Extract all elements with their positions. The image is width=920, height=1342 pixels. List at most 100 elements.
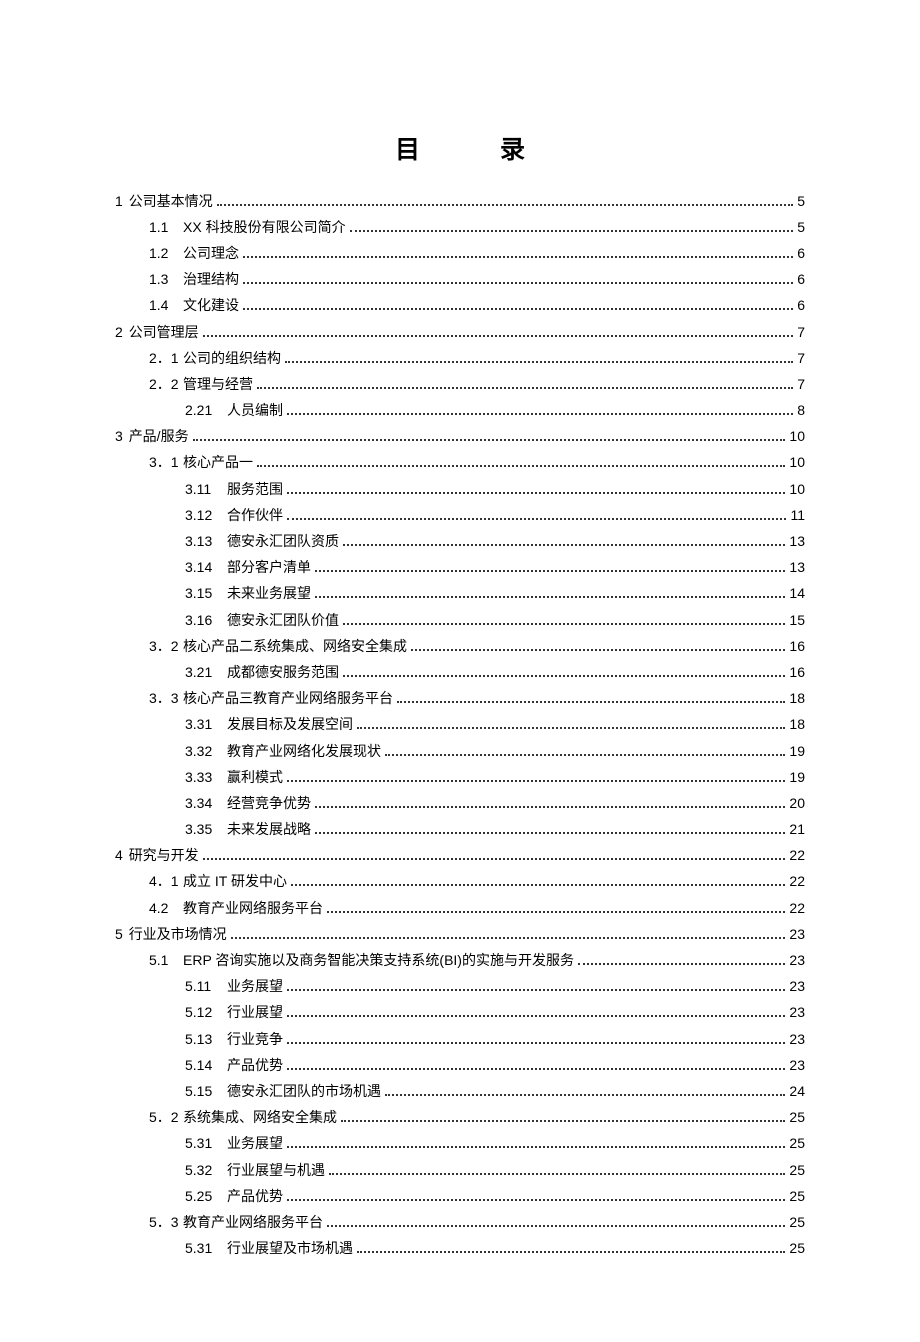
toc-entry-page: 20 — [789, 796, 805, 810]
toc-leader-dots — [243, 282, 793, 284]
toc-entry-text: 研究与开发 — [129, 847, 199, 863]
toc-leader-dots — [315, 832, 785, 834]
toc-entry-page: 15 — [789, 613, 805, 627]
toc-entry-page: 23 — [789, 1005, 805, 1019]
toc-leader-dots — [217, 204, 794, 206]
toc-entry-number: 3 — [115, 428, 127, 444]
toc-entry-page: 24 — [789, 1084, 805, 1098]
toc-entry-page: 21 — [789, 822, 805, 836]
toc-leader-dots — [385, 1094, 785, 1096]
toc-leader-dots — [243, 256, 793, 258]
toc-entry-number: 2．1 — [149, 351, 181, 365]
toc-entry-text: 发展目标及发展空间 — [227, 716, 353, 732]
toc-entry-label: 3．2核心产品二系统集成、网络安全集成 — [149, 639, 407, 653]
toc-entry-label: 3.15未来业务展望 — [185, 586, 311, 600]
toc-entry-text: 治理结构 — [183, 271, 239, 287]
toc-entry-number: 3.14 — [185, 560, 225, 574]
toc-leader-dots — [285, 361, 793, 363]
toc-entry-label: 5.15德安永汇团队的市场机遇 — [185, 1084, 381, 1098]
toc-entry-number: 3.13 — [185, 534, 225, 548]
toc-entry-number: 2 — [115, 324, 127, 340]
toc-entry: 5.11业务展望23 — [115, 974, 805, 1000]
toc-entry-number: 5.14 — [185, 1058, 225, 1072]
toc-entry: 3.34经营竞争优势20 — [115, 790, 805, 816]
toc-entry-number: 3.35 — [185, 822, 225, 836]
toc-entry-page: 18 — [789, 691, 805, 705]
toc-entry-page: 11 — [790, 508, 805, 522]
toc-entry-number: 2.21 — [185, 403, 225, 417]
toc-entry: 4.2教育产业网络服务平台 22 — [115, 895, 805, 921]
toc-entry-page: 23 — [789, 979, 805, 993]
toc-entry-page: 25 — [789, 1189, 805, 1203]
toc-entry-page: 19 — [789, 770, 805, 784]
toc-entry-page: 16 — [789, 639, 805, 653]
toc-body: 1 公司基本情况51.1XX 科技股份有限公司简介51.2公司理念61.3治理结… — [115, 188, 805, 1262]
toc-entry-text: 系统集成、网络安全集成 — [183, 1109, 337, 1125]
toc-entry-text: 管理与经营 — [183, 376, 253, 392]
toc-leader-dots — [257, 465, 785, 467]
toc-leader-dots — [315, 596, 785, 598]
toc-entry: 3.32教育产业网络化发展现状19 — [115, 738, 805, 764]
toc-entry-text: ERP 咨询实施以及商务智能决策支持系统(BI)的实施与开发服务 — [183, 952, 574, 968]
toc-entry-label: 3.16德安永汇团队价值 — [185, 613, 339, 627]
toc-leader-dots — [315, 570, 785, 572]
toc-entry-page: 23 — [789, 1058, 805, 1072]
toc-entry-text: 教育产业网络化发展现状 — [227, 743, 381, 759]
toc-entry-number: 5.11 — [185, 979, 225, 993]
toc-entry-text: 核心产品三教育产业网络服务平台 — [183, 690, 393, 706]
toc-entry-number: 4.2 — [149, 901, 181, 915]
toc-entry-text: 德安永汇团队价值 — [227, 612, 339, 628]
toc-entry-number: 4．1 — [149, 874, 181, 888]
toc-entry-label: 4.2教育产业网络服务平台 — [149, 901, 323, 915]
toc-leader-dots — [287, 780, 785, 782]
toc-entry-text: 合作伙伴 — [227, 507, 283, 523]
toc-entry-page: 25 — [789, 1110, 805, 1124]
toc-entry-label: 3.12合作伙伴 — [185, 508, 283, 522]
toc-entry-page: 7 — [797, 377, 805, 391]
toc-entry-text: 公司的组织结构 — [183, 350, 281, 366]
toc-entry-number: 5.12 — [185, 1005, 225, 1019]
toc-entry-text: 产品/服务 — [129, 428, 189, 444]
toc-entry-page: 10 — [789, 455, 805, 469]
toc-leader-dots — [287, 1015, 785, 1017]
toc-entry-text: 行业竞争 — [227, 1031, 283, 1047]
toc-entry-page: 22 — [789, 901, 805, 915]
toc-entry-text: 成立 IT 研发中心 — [183, 873, 287, 889]
toc-entry: 3.15未来业务展望14 — [115, 581, 805, 607]
toc-entry: 1 公司基本情况5 — [115, 188, 805, 214]
toc-entry-label: 2.21人员编制 — [185, 403, 283, 417]
toc-leader-dots — [578, 963, 785, 965]
toc-entry-text: 未来业务展望 — [227, 585, 311, 601]
toc-leader-dots — [231, 937, 786, 939]
toc-entry: 5.31行业展望及市场机遇25 — [115, 1236, 805, 1262]
toc-entry-label: 5.32行业展望与机遇 — [185, 1163, 325, 1177]
toc-entry: 3．2核心产品二系统集成、网络安全集成 16 — [115, 633, 805, 659]
toc-entry-number: 5.25 — [185, 1189, 225, 1203]
toc-leader-dots — [287, 413, 793, 415]
toc-entry-number: 5 — [115, 926, 127, 942]
toc-entry-number: 5．2 — [149, 1110, 181, 1124]
toc-entry: 3.13德安永汇团队资质13 — [115, 528, 805, 554]
toc-entry: 1.4文化建设6 — [115, 293, 805, 319]
toc-entry-page: 22 — [789, 874, 805, 888]
toc-entry-label: 5.25产品优势 — [185, 1189, 283, 1203]
toc-entry-page: 6 — [797, 246, 805, 260]
toc-entry-label: 5.1ERP 咨询实施以及商务智能决策支持系统(BI)的实施与开发服务 — [149, 953, 574, 967]
toc-leader-dots — [287, 492, 785, 494]
toc-entry-text: XX 科技股份有限公司简介 — [183, 219, 346, 235]
toc-leader-dots — [350, 230, 794, 232]
toc-entry-label: 3.35未来发展战略 — [185, 822, 311, 836]
toc-entry-label: 1 公司基本情况 — [115, 194, 213, 208]
toc-entry: 5．2系统集成、网络安全集成 25 — [115, 1105, 805, 1131]
toc-entry-page: 16 — [789, 665, 805, 679]
toc-entry-text: 产品优势 — [227, 1188, 283, 1204]
toc-entry-label: 2．2管理与经营 — [149, 377, 253, 391]
toc-entry-number: 3.12 — [185, 508, 225, 522]
toc-entry-page: 23 — [789, 953, 805, 967]
toc-entry-label: 3.32教育产业网络化发展现状 — [185, 744, 381, 758]
toc-entry-label: 3.11服务范围 — [185, 482, 283, 496]
toc-entry-label: 4 研究与开发 — [115, 848, 199, 862]
toc-entry: 3.14部分客户清单13 — [115, 555, 805, 581]
toc-entry-number: 3.16 — [185, 613, 225, 627]
toc-entry: 5.31业务展望25 — [115, 1131, 805, 1157]
